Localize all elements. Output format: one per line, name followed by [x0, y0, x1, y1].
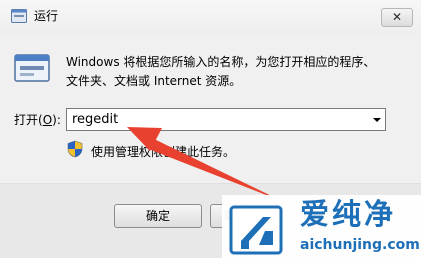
uac-shield-icon [67, 140, 83, 158]
open-label: 打开(O): [14, 113, 61, 128]
description-line-1: Windows 将根据您所输入的名称，为您打开相应的程序、 [66, 55, 376, 69]
watermark-brand: 爱纯净 [300, 197, 397, 231]
run-description: Windows 将根据您所输入的名称，为您打开相应的程序、 文件夹、文档或 In… [66, 53, 375, 91]
close-button[interactable]: ✕ [381, 8, 413, 27]
ok-button[interactable]: 确定 [114, 204, 202, 228]
aichunjing-logo-icon [229, 205, 283, 255]
chevron-down-icon[interactable] [373, 118, 381, 122]
open-label-prefix: 打开( [14, 113, 43, 127]
close-icon: ✕ [392, 10, 403, 24]
watermark-url: aichunjing.com [300, 237, 420, 253]
title-bar[interactable]: 运行 ✕ [0, 0, 421, 34]
open-label-suffix: ): [52, 113, 61, 127]
description-line-2: 文件夹、文档或 Internet 资源。 [66, 74, 242, 88]
run-window-icon [14, 54, 50, 82]
command-combobox[interactable]: regedit [66, 108, 386, 131]
window-title: 运行 [34, 9, 59, 23]
run-dialog-icon [11, 9, 27, 23]
open-label-access-key: O [42, 113, 53, 127]
admin-note: 使用管理权限创建此任务。 [91, 145, 236, 159]
command-input[interactable]: regedit [72, 112, 118, 127]
